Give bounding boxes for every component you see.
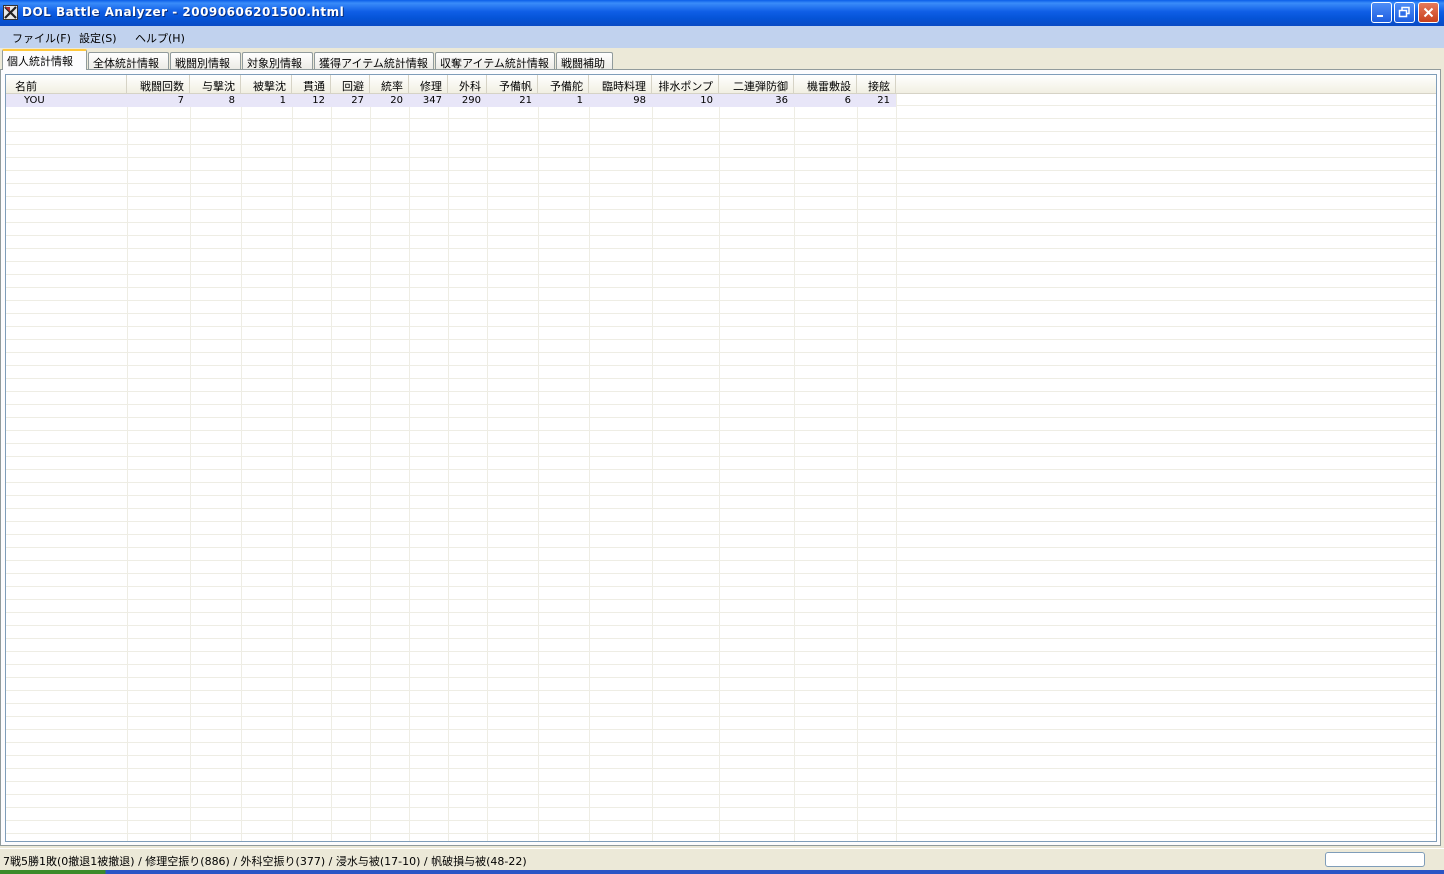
col-header-battles[interactable]: 戦闘回数 <box>127 75 190 93</box>
cell-cooking: 98 <box>633 95 646 106</box>
tab-target-info[interactable]: 対象別情報 <box>242 52 313 70</box>
cell-sinks-taken: 1 <box>279 95 286 106</box>
col-header-boarding[interactable]: 接舷 <box>857 75 896 93</box>
window-title: DOL Battle Analyzer - 20090606201500.htm… <box>22 5 345 19</box>
cell-evasion: 27 <box>351 95 364 106</box>
cell-repair: 347 <box>422 95 442 106</box>
col-header-cooking[interactable]: 臨時料理 <box>589 75 652 93</box>
col-header-mine-laying[interactable]: 機雷敷設 <box>794 75 857 93</box>
col-header-double-shot-defense[interactable]: 二連弾防御 <box>719 75 794 93</box>
tab-battle-info[interactable]: 戦闘別情報 <box>170 52 241 70</box>
close-icon <box>1423 7 1434 18</box>
title-bar[interactable]: DOL Battle Analyzer - 20090606201500.htm… <box>0 0 1444 26</box>
column-gridlines <box>6 75 1436 841</box>
col-header-repair[interactable]: 修理 <box>409 75 448 93</box>
tab-personal-stats[interactable]: 個人統計情報 <box>2 49 87 70</box>
tab-overall-stats[interactable]: 全体統計情報 <box>88 52 169 70</box>
menu-bar: ファイル(F) 設定(S) ヘルプ(H) <box>0 26 1444 48</box>
cell-penetration: 12 <box>312 95 325 106</box>
cell-spare-sail: 21 <box>519 95 532 106</box>
taskbar-edge <box>0 870 1444 874</box>
cell-name: YOU <box>24 95 45 106</box>
cell-sinks-dealt: 8 <box>228 95 235 106</box>
status-summary: 7戦5勝1敗(0撤退1被撤退) / 修理空振り(886) / 外科空振り(377… <box>3 855 527 868</box>
minimize-button[interactable] <box>1371 2 1392 23</box>
cell-command: 20 <box>390 95 403 106</box>
col-header-surgery[interactable]: 外科 <box>448 75 487 93</box>
col-header-spare-sail[interactable]: 予備帆 <box>487 75 538 93</box>
progress-bar <box>1325 852 1425 867</box>
col-header-sinks-taken[interactable]: 被撃沈 <box>241 75 292 93</box>
col-header-penetration[interactable]: 貫通 <box>292 75 331 93</box>
restore-icon <box>1398 6 1410 18</box>
app-icon[interactable] <box>3 5 18 20</box>
minimize-icon <box>1377 15 1383 17</box>
col-header-command[interactable]: 統率 <box>370 75 409 93</box>
cell-surgery: 290 <box>461 95 481 106</box>
tab-panel: 名前 戦闘回数 与撃沈 被撃沈 貫通 回避 統率 修理 外科 予備帆 予備舵 臨… <box>0 69 1441 846</box>
col-header-name[interactable]: 名前 <box>6 75 127 93</box>
table-row[interactable]: YOU 7 8 1 12 27 20 347 290 21 1 98 10 36… <box>6 94 896 107</box>
tab-strip: 個人統計情報 全体統計情報 戦闘別情報 対象別情報 獲得アイテム統計情報 収奪ア… <box>0 49 1444 70</box>
restore-button[interactable] <box>1394 2 1415 23</box>
cell-pump: 10 <box>700 95 713 106</box>
table-header: 名前 戦闘回数 与撃沈 被撃沈 貫通 回避 統率 修理 外科 予備帆 予備舵 臨… <box>6 75 1436 94</box>
cell-boarding: 21 <box>877 95 890 106</box>
cell-battles: 7 <box>177 95 184 106</box>
tab-plundered-items[interactable]: 収奪アイテム統計情報 <box>435 52 555 70</box>
status-bar: 7戦5勝1敗(0撤退1被撤退) / 修理空振り(886) / 外科空振り(377… <box>0 848 1444 871</box>
tab-acquired-items[interactable]: 獲得アイテム統計情報 <box>314 52 434 70</box>
col-header-evasion[interactable]: 回避 <box>331 75 370 93</box>
stats-table[interactable]: 名前 戦闘回数 与撃沈 被撃沈 貫通 回避 統率 修理 外科 予備帆 予備舵 臨… <box>5 74 1437 842</box>
col-header-pump[interactable]: 排水ポンプ <box>652 75 719 93</box>
col-header-spare-rudder[interactable]: 予備舵 <box>538 75 589 93</box>
close-button[interactable] <box>1418 2 1439 23</box>
cell-spare-rudder: 1 <box>576 95 583 106</box>
cell-double-shot-defense: 36 <box>775 95 788 106</box>
col-header-sinks-dealt[interactable]: 与撃沈 <box>190 75 241 93</box>
menu-settings[interactable]: 設定(S) <box>79 30 117 46</box>
menu-file[interactable]: ファイル(F) <box>12 30 71 46</box>
cell-mine-laying: 6 <box>844 95 851 106</box>
menu-help[interactable]: ヘルプ(H) <box>135 30 185 46</box>
tab-battle-support[interactable]: 戦闘補助 <box>556 52 613 70</box>
